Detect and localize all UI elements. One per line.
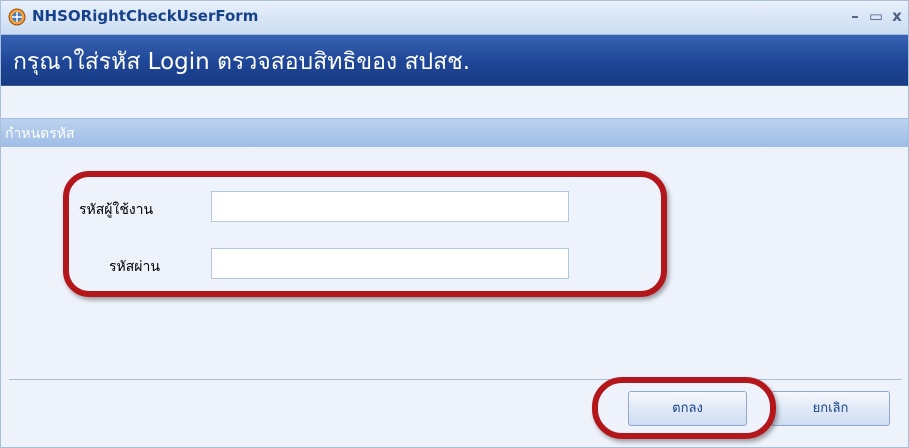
- close-icon[interactable]: x: [888, 7, 906, 25]
- section-header: กำหนดรหัส: [1, 118, 908, 148]
- window-title: NHSORightCheckUserForm: [32, 7, 259, 25]
- username-label: รหัสผู้ใช้งาน: [79, 202, 154, 218]
- divider: [9, 379, 902, 380]
- title-bar[interactable]: NHSORightCheckUserForm – ▭ x: [1, 1, 908, 35]
- ok-button[interactable]: ตกลง: [628, 391, 747, 426]
- username-input[interactable]: [211, 191, 569, 222]
- section-title: กำหนดรหัส: [5, 126, 75, 142]
- minimize-icon[interactable]: –: [846, 7, 864, 25]
- maximize-icon[interactable]: ▭: [867, 7, 885, 25]
- cancel-button[interactable]: ยกเลิก: [771, 391, 890, 426]
- password-input[interactable]: [211, 248, 569, 279]
- banner-heading: กรุณาใส่รหัส Login ตรวจสอบสิทธิของ สปสช.: [13, 49, 471, 75]
- app-icon: [8, 8, 26, 26]
- password-label: รหัสผ่าน: [109, 259, 160, 275]
- header-banner: กรุณาใส่รหัส Login ตรวจสอบสิทธิของ สปสช.: [1, 35, 908, 86]
- nhso-login-window: NHSORightCheckUserForm – ▭ x กรุณาใส่รหั…: [0, 0, 909, 448]
